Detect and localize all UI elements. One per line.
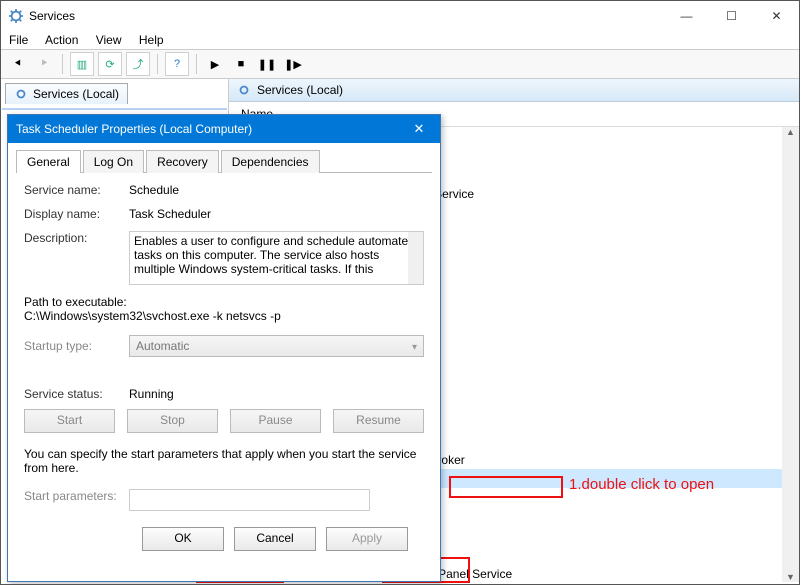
ok-button[interactable]: OK — [142, 527, 224, 551]
restart-button[interactable]: ❚▶ — [282, 53, 304, 75]
maximize-button[interactable]: ☐ — [709, 1, 754, 31]
minimize-button[interactable]: — — [664, 1, 709, 31]
vertical-scrollbar[interactable]: ▲ ▼ — [782, 127, 799, 582]
label-service-name: Service name: — [24, 183, 129, 197]
export-button[interactable]: ⤴ — [126, 52, 150, 76]
value-description: Enables a user to configure and schedule… — [134, 234, 415, 276]
menu-action[interactable]: Action — [45, 33, 78, 47]
help-button[interactable]: ? — [165, 52, 189, 76]
start-params-note: You can specify the start parameters tha… — [24, 447, 424, 475]
dialog-close-button[interactable]: ✕ — [406, 121, 432, 137]
start-params-input[interactable] — [129, 489, 370, 511]
nav-fwd-button[interactable]: ⯈ — [33, 53, 55, 75]
tree-services-local[interactable]: Services (Local) — [5, 83, 128, 104]
annotation-text-step1: 1.double click to open — [569, 476, 714, 493]
label-description: Description: — [24, 231, 129, 245]
tree-label: Services (Local) — [33, 87, 119, 101]
app-icon — [9, 9, 23, 23]
tab-log-on[interactable]: Log On — [83, 150, 144, 173]
tab-dependencies[interactable]: Dependencies — [221, 150, 320, 173]
scroll-up-icon[interactable]: ▲ — [786, 127, 795, 137]
window-buttons: — ☐ ✕ — [664, 1, 799, 31]
value-path: C:\Windows\system32\svchost.exe -k netsv… — [24, 309, 424, 323]
description-box[interactable]: Enables a user to configure and schedule… — [129, 231, 424, 285]
tab-general[interactable]: General — [16, 150, 81, 173]
tab-recovery[interactable]: Recovery — [146, 150, 219, 173]
label-startup-type: Startup type: — [24, 339, 129, 353]
apply-button[interactable]: Apply — [326, 527, 408, 551]
titlebar: Services — ☐ ✕ — [1, 1, 799, 31]
dialog-title: Task Scheduler Properties (Local Compute… — [16, 122, 406, 136]
pause-button[interactable]: ❚❚ — [256, 53, 278, 75]
start-button[interactable]: Start — [24, 409, 115, 433]
dialog-titlebar: Task Scheduler Properties (Local Compute… — [8, 115, 440, 143]
value-service-status: Running — [129, 387, 174, 401]
stop-button[interactable]: Stop — [127, 409, 218, 433]
value-service-name: Schedule — [129, 183, 424, 197]
desc-scrollbar[interactable] — [408, 232, 423, 284]
value-startup-type: Automatic — [136, 339, 189, 353]
list-header-label: Services (Local) — [257, 83, 343, 97]
stop-button[interactable]: ■ — [230, 53, 252, 75]
dialog-tabs: General Log On Recovery Dependencies — [16, 149, 432, 173]
list-header-local: Services (Local) — [229, 79, 799, 102]
toolbar-icon-1[interactable]: ▥ — [70, 52, 94, 76]
scroll-down-icon[interactable]: ▼ — [786, 572, 795, 582]
label-start-params: Start parameters: — [24, 489, 129, 503]
label-path: Path to executable: — [24, 295, 424, 309]
window-title: Services — [29, 9, 664, 23]
refresh-button[interactable]: ⟳ — [98, 52, 122, 76]
label-service-status: Service status: — [24, 387, 129, 401]
gear-icon — [237, 83, 251, 97]
menu-view[interactable]: View — [96, 33, 122, 47]
cancel-button[interactable]: Cancel — [234, 527, 316, 551]
value-display-name: Task Scheduler — [129, 207, 424, 221]
dialog-body: Service name: Schedule Display name: Tas… — [8, 173, 440, 561]
nav-back-button[interactable]: ⯇ — [7, 53, 29, 75]
menu-help[interactable]: Help — [139, 33, 164, 47]
close-button[interactable]: ✕ — [754, 1, 799, 31]
menubar: File Action View Help — [1, 31, 799, 49]
gear-icon — [14, 87, 28, 101]
label-display-name: Display name: — [24, 207, 129, 221]
properties-dialog: Task Scheduler Properties (Local Compute… — [7, 114, 441, 582]
menu-file[interactable]: File — [9, 33, 28, 47]
pause-button[interactable]: Pause — [230, 409, 321, 433]
resume-button[interactable]: Resume — [333, 409, 424, 433]
annotation-box-task-scheduler — [449, 476, 563, 498]
startup-type-select[interactable]: Automatic — [129, 335, 424, 357]
services-window: Services — ☐ ✕ File Action View Help ⯇ ⯈… — [0, 0, 800, 585]
toolbar: ⯇ ⯈ ▥ ⟳ ⤴ ? ▶ ■ ❚❚ ❚▶ — [1, 49, 799, 79]
play-button[interactable]: ▶ — [204, 53, 226, 75]
